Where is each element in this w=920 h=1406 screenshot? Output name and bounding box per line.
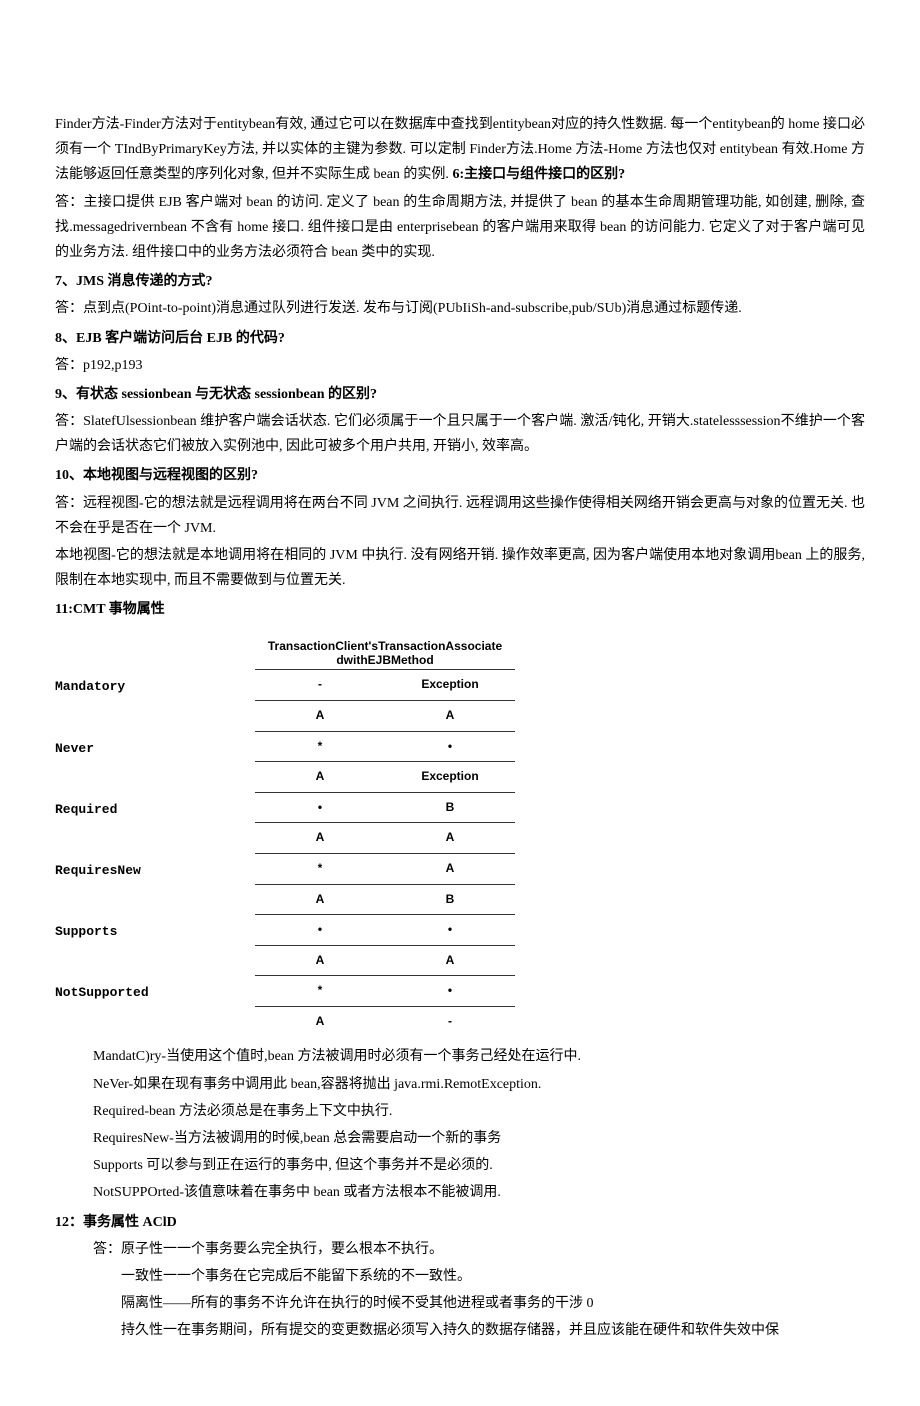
table-row: RequiresNew*AAB [55, 853, 865, 914]
row-cells: *AAB [255, 853, 515, 914]
cmt-desc-line: MandatC)ry-当使用这个值时,bean 方法被调用时必须有一个事务己经处… [55, 1044, 865, 1069]
table-cell: * [255, 731, 385, 762]
intro-paragraph: Finder方法-Finder方法对于entitybean有效, 通过它可以在数… [55, 112, 865, 188]
table-cell: * [255, 853, 385, 884]
cmt-descriptions: MandatC)ry-当使用这个值时,bean 方法被调用时必须有一个事务己经处… [55, 1044, 865, 1205]
q10-title: 10、本地视图与远程视图的区别? [55, 463, 865, 488]
table-row: Required•BAA [55, 792, 865, 853]
row-cells: *•A- [255, 975, 515, 1036]
q12-title: 12：事务属性 AClD [55, 1210, 865, 1235]
table-cell: A [385, 945, 515, 975]
table-cell: * [255, 976, 385, 1007]
acid-line: 隔离性——所有的事务不许允许在执行的时候不受其他进程或者事务的干涉 0 [55, 1291, 865, 1316]
cmt-desc-line: RequiresNew-当方法被调用的时候,bean 总会需要启动一个新的事务 [55, 1126, 865, 1151]
table-cell: A [385, 700, 515, 730]
table-cell: • [385, 915, 515, 946]
table-cell: B [385, 792, 515, 823]
table-cell: • [255, 915, 385, 946]
q11-title: 11:CMT 事物属性 [55, 597, 865, 622]
table-cell: A [255, 884, 385, 914]
table-cell: A [255, 700, 385, 730]
table-cell: A [255, 823, 385, 853]
row-label: Never [55, 731, 255, 760]
table-row: Mandatory-ExceptionAA [55, 669, 865, 730]
answer-12-lead: 答：原子性一一个事务要么完全执行，要么根本不执行。 [55, 1237, 865, 1262]
answer-10a: 答：远程视图-它的想法就是远程调用将在两台不同 JVM 之间执行. 远程调用这些… [55, 491, 865, 541]
cmt-table-wrap: TransactionClient'sTransactionAssociated… [55, 637, 865, 1037]
table-cell: A [255, 1006, 385, 1036]
row-label: Mandatory [55, 669, 255, 698]
q7-title: 7、JMS 消息传递的方式? [55, 269, 865, 294]
acid-line: 持久性一在事务期间，所有提交的变更数据必须写入持久的数据存储器，并且应该能在硬件… [55, 1318, 865, 1343]
cmt-desc-line: Required-bean 方法必须总是在事务上下文中执行. [55, 1099, 865, 1124]
table-row: Never*•AException [55, 731, 865, 792]
table-cell: • [255, 792, 385, 823]
q9-title: 9、有状态 sessionbean 与无状态 sessionbean 的区别? [55, 382, 865, 407]
cmt-desc-line: Supports 可以参与到正在运行的事务中, 但这个事务并不是必须的. [55, 1153, 865, 1178]
table-cell: • [385, 976, 515, 1007]
q8-title: 8、EJB 客户端访问后台 EJB 的代码? [55, 326, 865, 351]
cmt-table-header: TransactionClient'sTransactionAssociated… [255, 637, 515, 670]
row-label: NotSupported [55, 975, 255, 1004]
row-cells: *•AException [255, 731, 515, 792]
table-cell: A [255, 945, 385, 975]
answer-9: 答：SlatefUlsessionbean 维护客户端会话状态. 它们必须属于一… [55, 409, 865, 459]
table-cell: - [385, 1006, 515, 1036]
answer-7: 答：点到点(POint-to-point)消息通过队列进行发送. 发布与订阅(P… [55, 296, 865, 321]
acid-line: 一致性一一个事务在它完成后不能留下系统的不一致性。 [55, 1264, 865, 1289]
table-cell: • [385, 731, 515, 762]
table-cell: Exception [385, 762, 515, 792]
table-cell: - [255, 670, 385, 701]
answer-6: 答：主接口提供 EJB 客户端对 bean 的访问. 定义了 bean 的生命周… [55, 190, 865, 266]
row-label: Supports [55, 914, 255, 943]
row-cells: ••AA [255, 914, 515, 975]
table-header-text: TransactionClient'sTransactionAssociated… [268, 639, 502, 667]
q6-title: 6:主接口与组件接口的区别? [452, 167, 625, 182]
table-cell: B [385, 884, 515, 914]
table-cell: A [385, 823, 515, 853]
cmt-desc-line: NotSUPPOrted-该值意味着在事务中 bean 或者方法根本不能被调用. [55, 1180, 865, 1205]
answer-10b: 本地视图-它的想法就是本地调用将在相同的 JVM 中执行. 没有网络开销. 操作… [55, 543, 865, 593]
answer-8: 答：p192,p193 [55, 353, 865, 378]
row-label: RequiresNew [55, 853, 255, 882]
cmt-desc-line: NeVer-如果在现有事务中调用此 bean,容器将抛出 java.rmi.Re… [55, 1072, 865, 1097]
answer-12-lines: 一致性一一个事务在它完成后不能留下系统的不一致性。隔离性——所有的事务不许允许在… [55, 1264, 865, 1344]
row-cells: -ExceptionAA [255, 669, 515, 730]
table-row: Supports••AA [55, 914, 865, 975]
table-cell: A [255, 762, 385, 792]
row-cells: •BAA [255, 792, 515, 853]
table-row: NotSupported*•A- [55, 975, 865, 1036]
table-cell: Exception [385, 670, 515, 701]
row-label: Required [55, 792, 255, 821]
table-cell: A [385, 853, 515, 884]
